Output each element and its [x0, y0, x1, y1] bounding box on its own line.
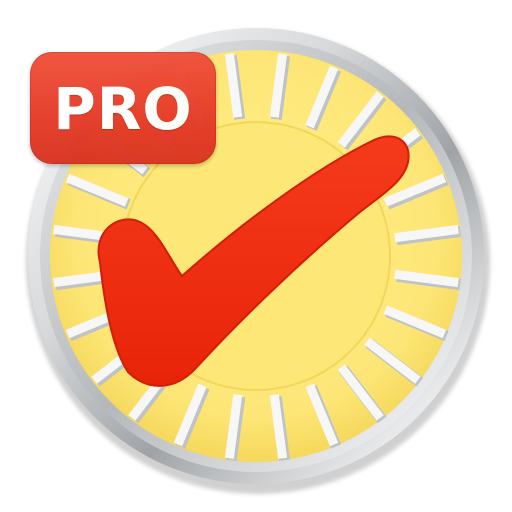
app-icon: PRO: [0, 0, 512, 512]
pro-badge: PRO: [30, 52, 216, 164]
pro-badge-label: PRO: [53, 75, 193, 143]
